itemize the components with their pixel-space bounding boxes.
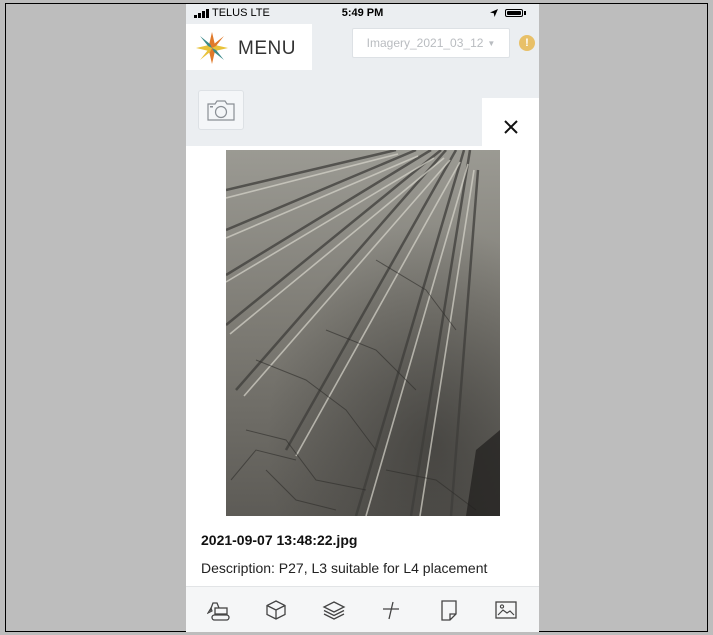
- toolbar-excavator-button[interactable]: [199, 592, 239, 628]
- toolbar-3d-button[interactable]: [256, 592, 296, 628]
- toolbar-measure-button[interactable]: [371, 592, 411, 628]
- note-icon: [441, 599, 457, 621]
- toolbar-notes-button[interactable]: [429, 592, 469, 628]
- status-bar: TELUS LTE 5:49 PM: [186, 4, 539, 24]
- image-icon: [495, 600, 517, 619]
- imagery-select[interactable]: Imagery_2021_03_12 ▼: [352, 28, 510, 58]
- camera-button[interactable]: [198, 90, 244, 130]
- menu-button[interactable]: MENU: [186, 24, 312, 70]
- field-photo[interactable]: [226, 150, 500, 516]
- field-photo-image: [226, 150, 500, 516]
- menu-label: MENU: [238, 38, 296, 59]
- imagery-select-value: Imagery_2021_03_12: [366, 36, 484, 50]
- cube-icon: [266, 599, 286, 620]
- camera-icon: [207, 100, 235, 121]
- photo-filename: 2021-09-07 13:48:22.jpg: [201, 532, 358, 548]
- photo-modal: 2021-09-07 13:48:22.jpg Description: P27…: [186, 146, 539, 586]
- location-arrow-icon: [490, 9, 498, 17]
- close-icon: [504, 120, 518, 134]
- layers-icon: [322, 600, 346, 620]
- toolbar-layers-button[interactable]: [314, 592, 354, 628]
- close-button[interactable]: [498, 114, 524, 140]
- app-logo-icon: [196, 32, 228, 64]
- battery-icon: [505, 9, 523, 17]
- toolbar-images-button[interactable]: [486, 592, 526, 628]
- status-time: 5:49 PM: [341, 7, 384, 19]
- bottom-toolbar: [186, 586, 539, 632]
- excavator-icon: [206, 601, 230, 621]
- alert-icon[interactable]: !: [519, 35, 535, 51]
- photo-description: Description: P27, L3 suitable for L4 pla…: [201, 560, 488, 576]
- measure-icon: [383, 601, 400, 619]
- caret-down-icon: ▼: [487, 38, 496, 48]
- phone-screen: TELUS LTE 5:49 PM MENU Imagery_2021_03_1…: [186, 4, 539, 632]
